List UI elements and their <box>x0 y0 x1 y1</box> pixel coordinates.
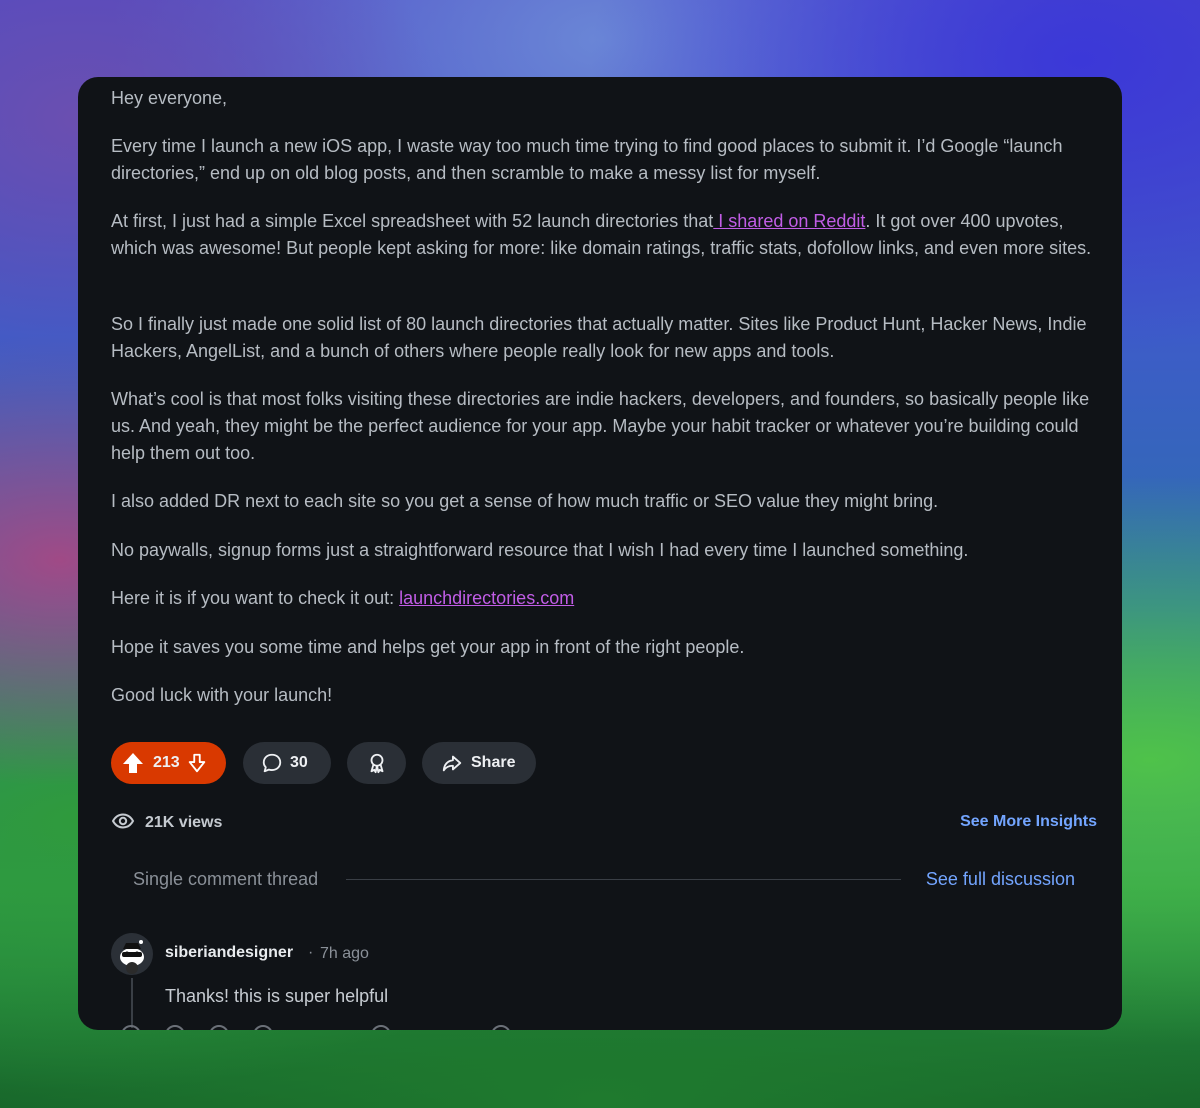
thread-divider: Single comment thread See full discussio… <box>133 867 1075 893</box>
share-button[interactable]: Share <box>422 742 536 784</box>
comment-bubble-icon[interactable] <box>253 1025 273 1030</box>
comment-bubble-icon <box>261 752 283 774</box>
post-paragraph: What’s cool is that most folks visiting … <box>111 389 1090 463</box>
comment-action-icons <box>121 1025 541 1030</box>
paragraph-text: Here it is if you want to check it out: <box>111 588 400 608</box>
launchdirectories-link[interactable]: launchdirectories.com <box>399 588 574 608</box>
reddit-link[interactable]: I shared on Reddit <box>713 211 865 231</box>
post-card: Hey everyone, Every time I launch a new … <box>78 77 1122 1030</box>
share-arrow-icon[interactable] <box>491 1025 511 1030</box>
post-paragraph: Here it is if you want to check it out: … <box>111 585 1096 612</box>
views-count: 21K views <box>145 814 223 831</box>
vote-pill: 213 <box>111 742 226 784</box>
post-paragraph: No paywalls, signup forms just a straigh… <box>111 540 969 560</box>
comment-count: 30 <box>290 754 308 771</box>
upvote-arrow-icon[interactable] <box>165 1025 185 1030</box>
views-eye-icon <box>111 809 135 838</box>
upvote-count: 213 <box>153 754 180 771</box>
award-icon <box>366 752 388 774</box>
see-more-insights-link[interactable]: See More Insights <box>960 813 1097 831</box>
comment: siberiandesigner · 7h ago Thanks! this i… <box>111 930 1071 1030</box>
post-paragraph: Good luck with your launch! <box>111 685 333 705</box>
post-paragraph: I also added DR next to each site so you… <box>111 491 939 511</box>
separator-dot: · <box>308 944 314 961</box>
award-icon[interactable] <box>371 1025 391 1030</box>
comments-button[interactable]: 30 <box>243 742 331 784</box>
thread-line <box>131 978 133 1028</box>
post-paragraph: Hope it saves you some time and helps ge… <box>111 637 745 657</box>
comment-timestamp: 7h ago <box>320 945 369 962</box>
post-paragraph: So I finally just made one solid list of… <box>111 314 1087 361</box>
divider-line <box>346 879 901 880</box>
thread-label: Single comment thread <box>133 869 319 889</box>
upvote-arrow-icon[interactable] <box>121 751 145 775</box>
post-paragraph: Every time I launch a new iOS app, I was… <box>111 136 1063 183</box>
downvote-arrow-icon[interactable] <box>209 1025 229 1030</box>
comment-author[interactable]: siberiandesigner <box>165 944 293 962</box>
paragraph-text: At first, I just had a simple Excel spre… <box>111 211 714 231</box>
comment-text: Thanks! this is super helpful <box>165 986 389 1006</box>
collapse-icon[interactable] <box>121 1025 141 1030</box>
post-paragraph: At first, I just had a simple Excel spre… <box>111 208 1096 262</box>
share-arrow-icon <box>441 752 463 774</box>
award-button[interactable] <box>347 742 406 784</box>
see-full-discussion-link[interactable]: See full discussion <box>926 869 1075 890</box>
downvote-arrow-icon[interactable] <box>186 752 208 774</box>
post-paragraph: Hey everyone, <box>111 88 228 108</box>
share-label: Share <box>471 754 516 771</box>
views-stat: 21K views <box>111 810 222 836</box>
avatar[interactable] <box>111 933 153 975</box>
